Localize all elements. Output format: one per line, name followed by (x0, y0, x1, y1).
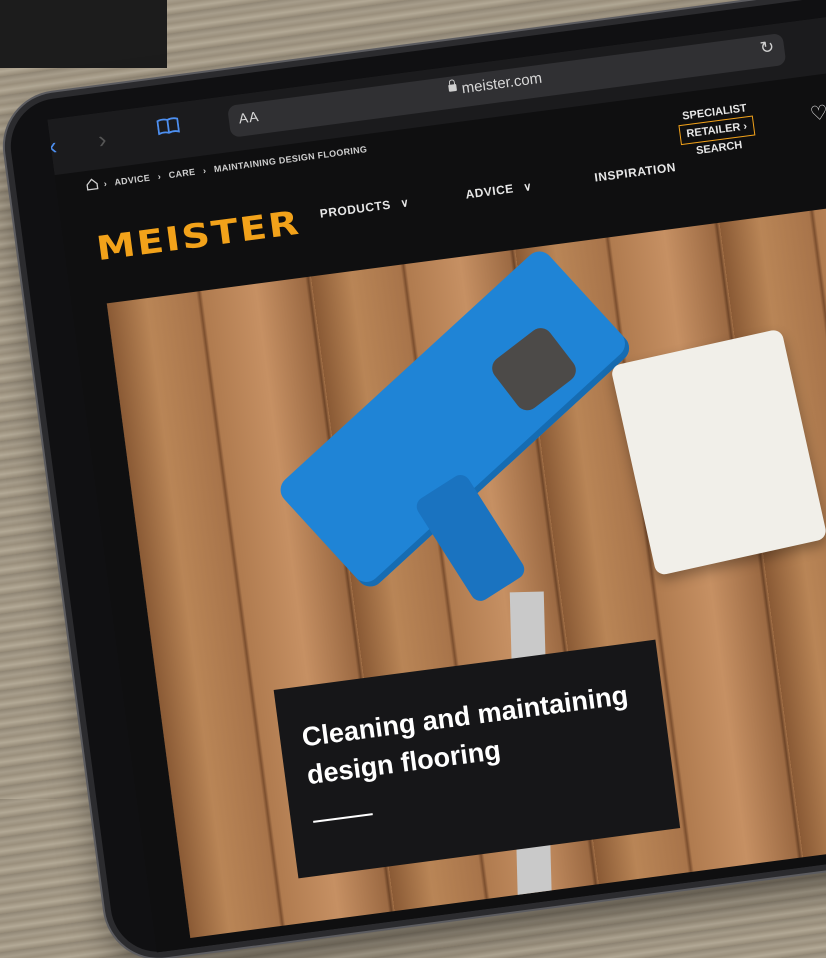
reader-button[interactable]: AA (238, 108, 261, 127)
back-icon[interactable]: ‹ (47, 133, 58, 162)
nav-inspiration[interactable]: INSPIRATION (594, 160, 677, 185)
mop-joint (412, 471, 529, 605)
chevron-down-icon: ∨ (522, 180, 533, 194)
reload-icon[interactable]: ↻ (759, 37, 776, 59)
breadcrumb-care[interactable]: CARE (168, 167, 196, 180)
hero-title: Cleaning and maintaining design flooring (300, 679, 630, 791)
retailer-search-link[interactable]: SPECIALIST RETAILER › SEARCH (676, 100, 757, 161)
nav-advice-label: ADVICE (464, 181, 515, 202)
hero-image: Cleaning and maintaining design flooring (106, 185, 826, 938)
nav-products-label: PRODUCTS (318, 197, 392, 221)
browser-screen: ‹ › AA meister.com ↻ › ADVICE › CARE › M… (47, 0, 826, 953)
lock-icon (448, 83, 458, 92)
microfiber-cloth (610, 328, 826, 577)
home-icon[interactable] (85, 178, 99, 191)
dark-corner (0, 0, 167, 68)
nav-advice[interactable]: ADVICE ∨ (465, 179, 533, 202)
chevron-down-icon: ∨ (399, 197, 410, 211)
breadcrumb-advice[interactable]: ADVICE (114, 173, 151, 188)
title-underline (313, 813, 373, 823)
heart-icon[interactable]: ♡ (808, 100, 826, 127)
tablet-device: ‹ › AA meister.com ↻ › ADVICE › CARE › M… (5, 0, 826, 958)
hero-caption-box: Cleaning and maintaining design flooring (273, 639, 681, 879)
chevron-right-icon: › (742, 120, 748, 133)
nav-products[interactable]: PRODUCTS ∨ (319, 195, 410, 221)
forward-icon[interactable]: › (97, 126, 109, 155)
meister-logo[interactable]: MEISTER (94, 204, 303, 269)
bookmarks-icon[interactable] (156, 117, 181, 136)
